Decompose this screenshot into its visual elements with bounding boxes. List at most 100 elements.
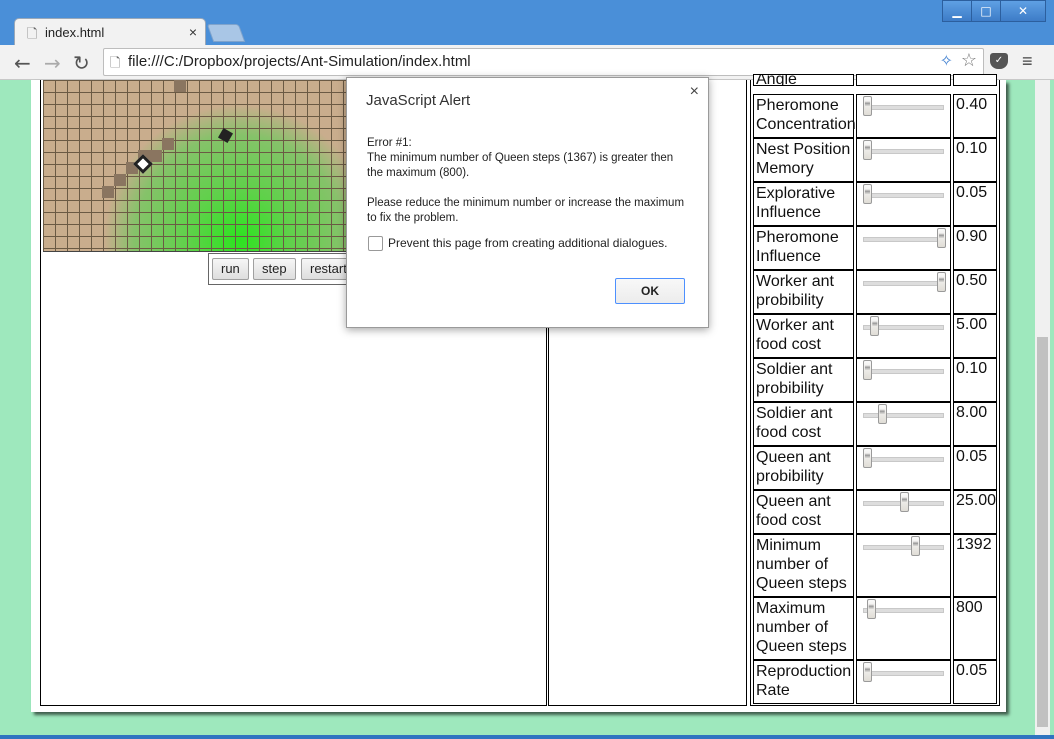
url-text[interactable]: file:///C:/Dropbox/projects/Ant-Simulati… xyxy=(128,53,471,70)
maximize-button[interactable]: □ xyxy=(971,0,1001,22)
slider-track[interactable] xyxy=(863,105,944,110)
slider-thumb[interactable] xyxy=(900,492,909,512)
prevent-dialogs-label[interactable]: Prevent this page from creating addition… xyxy=(388,236,668,250)
page-icon: 🗋 xyxy=(27,26,38,41)
parameter-slider[interactable] xyxy=(856,446,951,490)
parameter-slider[interactable] xyxy=(856,597,951,660)
parameter-value: 0.05 xyxy=(953,446,997,490)
slider-thumb[interactable] xyxy=(870,316,880,336)
ok-button[interactable]: OK xyxy=(615,278,685,304)
slider-thumb[interactable] xyxy=(863,662,872,682)
page-scrollbar[interactable] xyxy=(1035,80,1050,739)
slider-track[interactable] xyxy=(863,237,944,242)
close-window-button[interactable]: ✕ xyxy=(1000,0,1046,22)
slider-track[interactable] xyxy=(863,281,944,286)
scrollbar-thumb[interactable] xyxy=(1037,337,1048,727)
slider-track[interactable] xyxy=(863,413,944,418)
parameter-value: 800 xyxy=(953,597,997,660)
pocket-icon[interactable]: ✓ xyxy=(990,53,1008,69)
parameter-slider[interactable] xyxy=(856,138,951,182)
parameter-label: Pheromone Influence xyxy=(753,226,854,270)
parameter-row: Worker ant probibility 0.50 xyxy=(753,270,997,314)
extension-icon[interactable]: ✧ xyxy=(940,51,953,71)
parameter-label: Nest Position Memory xyxy=(753,138,854,182)
back-arrow-icon[interactable]: ← xyxy=(14,51,31,75)
parameter-slider[interactable] xyxy=(856,534,951,597)
grid-cell xyxy=(114,174,126,186)
alert-message: Error #1: The minimum number of Queen st… xyxy=(367,136,687,226)
alert-close-icon[interactable]: × xyxy=(690,83,699,101)
parameter-label: Minimum number of Queen steps xyxy=(753,534,854,597)
parameter-value: 0.10 xyxy=(953,138,997,182)
ant-marker xyxy=(217,127,234,144)
parameter-label: Queen ant food cost xyxy=(753,490,854,534)
parameter-row: Reproduction Rate 0.05 xyxy=(753,660,997,704)
title-bar: ▁ □ ✕ 🗋 index.html × xyxy=(0,0,1054,46)
slider-track[interactable] xyxy=(863,149,944,154)
javascript-alert-dialog: JavaScript Alert × Error #1: The minimum… xyxy=(346,77,709,328)
parameter-slider[interactable] xyxy=(856,660,951,704)
parameter-slider[interactable] xyxy=(856,74,951,86)
slider-thumb[interactable] xyxy=(863,184,872,204)
slider-thumb[interactable] xyxy=(911,536,921,556)
alert-line-2: The minimum number of Queen steps (1367)… xyxy=(367,152,674,179)
slider-thumb[interactable] xyxy=(866,599,876,619)
browser-window: ▁ □ ✕ 🗋 index.html × ← → ↻ 🗋 file:///C:/… xyxy=(0,0,1054,739)
parameter-label: Worker ant probibility xyxy=(753,270,854,314)
parameter-slider[interactable] xyxy=(856,182,951,226)
parameter-label: Angle xyxy=(753,74,854,86)
parameter-row: Queen ant food cost 25.00 xyxy=(753,490,997,534)
address-bar[interactable]: 🗋 file:///C:/Dropbox/projects/Ant-Simula… xyxy=(103,48,984,76)
parameters-panel: AnglePheromone Concentration0.40Nest Pos… xyxy=(750,74,1000,706)
menu-icon[interactable]: ≡ xyxy=(1022,51,1033,72)
parameter-value: 25.00 xyxy=(953,490,997,534)
parameter-row: Nest Position Memory 0.10 xyxy=(753,138,997,182)
slider-thumb[interactable] xyxy=(863,360,872,380)
parameter-value: 8.00 xyxy=(953,402,997,446)
tab-title: index.html xyxy=(45,25,105,40)
reload-icon[interactable]: ↻ xyxy=(73,51,90,75)
parameter-slider[interactable] xyxy=(856,402,951,446)
parameter-label: Explorative Influence xyxy=(753,182,854,226)
slider-thumb[interactable] xyxy=(863,140,872,160)
forward-arrow-icon[interactable]: → xyxy=(44,51,61,75)
minimize-button[interactable]: ▁ xyxy=(942,0,972,22)
parameter-value: 0.05 xyxy=(953,660,997,704)
slider-track[interactable] xyxy=(863,457,944,462)
slider-thumb[interactable] xyxy=(863,96,872,116)
run-button[interactable]: run xyxy=(212,258,249,280)
parameter-slider[interactable] xyxy=(856,358,951,402)
step-button[interactable]: step xyxy=(253,258,296,280)
parameter-label: Soldier ant probibility xyxy=(753,358,854,402)
parameter-slider[interactable] xyxy=(856,314,951,358)
prevent-dialogs-checkbox[interactable] xyxy=(368,236,383,251)
parameter-row: Soldier ant probibility 0.10 xyxy=(753,358,997,402)
alert-line-3: Please reduce the minimum number or incr… xyxy=(367,197,685,224)
parameter-value: 0.10 xyxy=(953,358,997,402)
parameter-slider[interactable] xyxy=(856,226,951,270)
parameter-value: 0.40 xyxy=(953,94,997,138)
parameter-value: 1392 xyxy=(953,534,997,597)
parameter-slider[interactable] xyxy=(856,490,951,534)
slider-thumb[interactable] xyxy=(937,272,946,292)
parameter-value: 5.00 xyxy=(953,314,997,358)
slider-thumb[interactable] xyxy=(877,404,887,424)
slider-thumb[interactable] xyxy=(863,448,872,468)
bookmark-star-icon[interactable]: ☆ xyxy=(961,50,977,71)
slider-track[interactable] xyxy=(863,369,944,374)
parameter-row: Maximum number of Queen steps 800 xyxy=(753,597,997,660)
browser-tab[interactable]: 🗋 index.html × xyxy=(14,18,206,46)
parameter-row: Angle xyxy=(753,74,997,86)
page-icon: 🗋 xyxy=(110,55,121,70)
slider-thumb[interactable] xyxy=(937,228,946,248)
slider-track[interactable] xyxy=(863,193,944,198)
tab-close-icon[interactable]: × xyxy=(189,24,197,40)
parameter-value: 0.50 xyxy=(953,270,997,314)
slider-track[interactable] xyxy=(863,671,944,676)
parameter-row: Explorative Influence 0.05 xyxy=(753,182,997,226)
slider-track[interactable] xyxy=(863,545,944,550)
window-controls: ▁ □ ✕ xyxy=(942,0,1046,22)
new-tab-button[interactable] xyxy=(206,24,246,42)
parameter-slider[interactable] xyxy=(856,94,951,138)
parameter-slider[interactable] xyxy=(856,270,951,314)
